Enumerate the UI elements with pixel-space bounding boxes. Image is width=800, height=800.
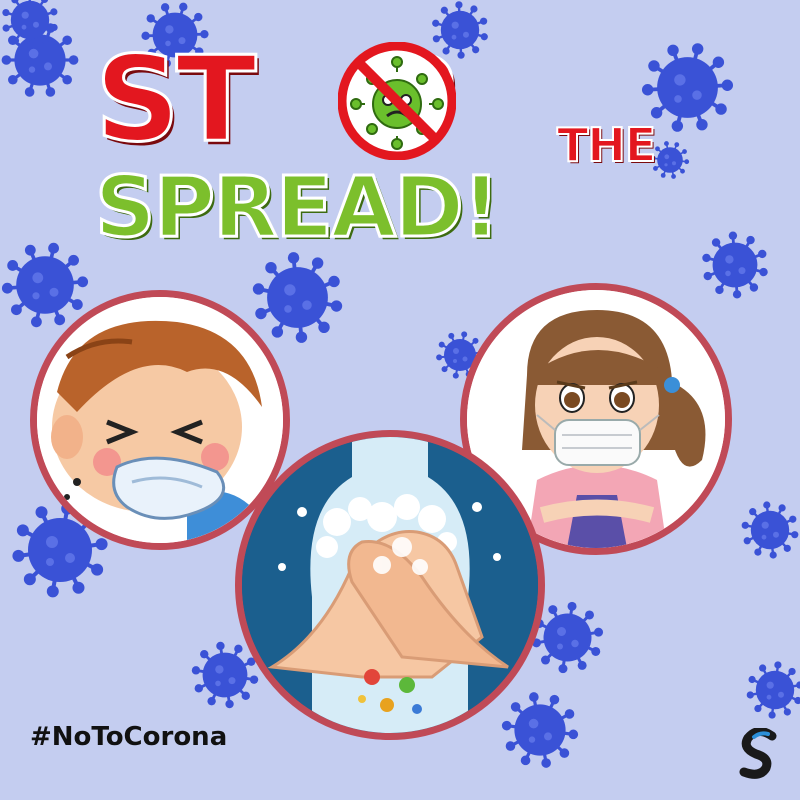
virus-icon bbox=[746, 661, 800, 719]
virus-icon bbox=[650, 141, 690, 179]
handwashing-illustration bbox=[242, 437, 538, 733]
virus-icon bbox=[252, 252, 343, 343]
hashtag-text: #NoToCorona bbox=[30, 722, 228, 752]
poster: STP THE SPREAD! bbox=[0, 0, 800, 800]
panel-sneezing bbox=[30, 290, 290, 550]
title-stop-st: ST bbox=[93, 30, 258, 168]
virus-icon bbox=[702, 231, 768, 299]
virus-icon bbox=[1, 242, 89, 328]
virus-icon bbox=[501, 692, 579, 768]
virus-icon bbox=[2, 0, 58, 49]
panel-handwashing bbox=[235, 430, 545, 740]
s-logo-icon bbox=[739, 728, 777, 779]
no-virus-icon bbox=[338, 42, 456, 160]
child-sneezing-illustration bbox=[37, 297, 283, 543]
virus-icon bbox=[741, 501, 799, 559]
title-the: THE bbox=[556, 117, 657, 173]
title-spread: SPREAD! bbox=[93, 158, 501, 256]
